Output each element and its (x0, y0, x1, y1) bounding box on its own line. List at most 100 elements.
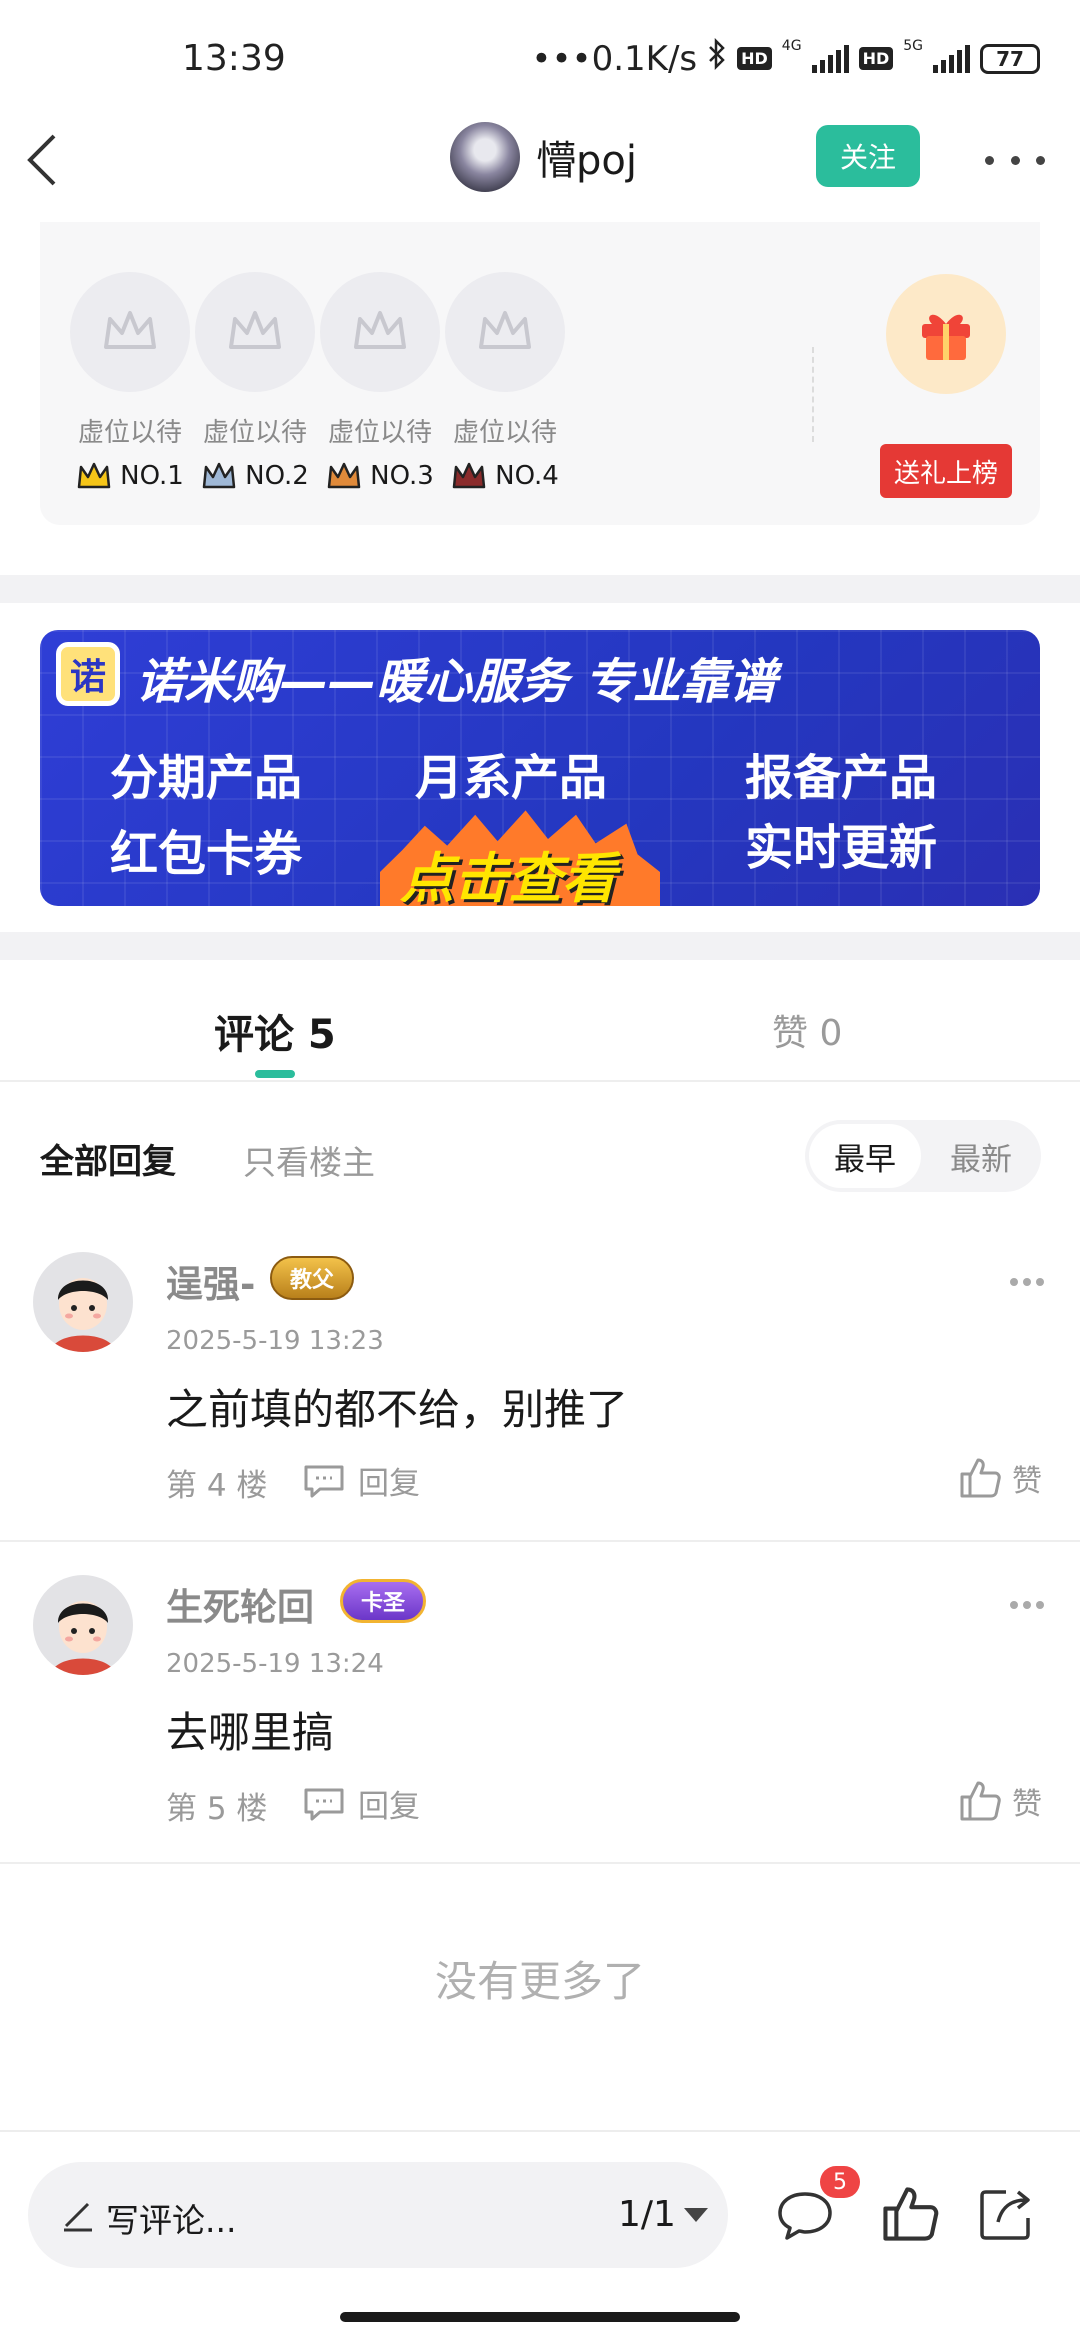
comment-username[interactable]: 逞强- (166, 1254, 255, 1308)
rank-number: NO.1 (65, 461, 195, 491)
send-gift-button[interactable]: 送礼上榜 (880, 444, 1012, 498)
pencil-icon (64, 2202, 92, 2232)
banner-headline: 诺米购——暖心服务 专业靠谱 (136, 654, 777, 710)
chevron-left-icon (27, 134, 56, 186)
crown-bronze-icon (327, 462, 361, 489)
thumbs-up-icon (883, 2187, 939, 2241)
network-speed: •••0.1K/s (531, 38, 698, 79)
rank-vacant-label: 虚位以待 (202, 418, 307, 448)
tab-indicator (255, 1070, 295, 1078)
tab-bar: 评论 5 赞 0 (0, 960, 1080, 1082)
thumbs-up-icon (960, 1458, 1001, 1498)
tab-comments[interactable]: 评论 5 (214, 1002, 336, 1060)
reply-icon (304, 1788, 344, 1820)
rank-number: NO.2 (190, 461, 320, 491)
crown-icon (445, 272, 565, 392)
user-badge: 卡圣 (340, 1579, 427, 1623)
banner-item: 实时更新 (745, 820, 938, 876)
crown-icon (320, 272, 440, 392)
comments-button[interactable] (775, 2188, 835, 2244)
avatar[interactable] (33, 1575, 133, 1675)
crown-gold-icon (77, 462, 111, 489)
back-button[interactable] (22, 130, 82, 200)
comment-more-button[interactable] (1010, 1601, 1044, 1611)
user-badge: 教父 (270, 1256, 355, 1300)
nav-username[interactable]: 懵poj (536, 128, 637, 186)
bluetooth-icon (707, 37, 727, 79)
comment-username[interactable]: 生死轮回 (166, 1577, 314, 1631)
reply-button[interactable]: 回复 (302, 1781, 420, 1826)
rank-vacant-label: 虚位以待 (327, 418, 432, 448)
rank-slot-2[interactable]: 虚位以待 NO.2 (190, 272, 320, 491)
comment-text: 去哪里搞 (166, 1708, 335, 1757)
rank-vacant-label: 虚位以待 (77, 418, 182, 448)
ad-banner[interactable]: 诺 诺米购——暖心服务 专业靠谱 分期产品 月系产品 报备产品 红包卡券 实时更… (40, 630, 1040, 906)
comment-divider (0, 1862, 1080, 1864)
net-type-2: 5G (903, 38, 923, 54)
follow-button[interactable]: 关注 (816, 125, 920, 187)
rank-slot-4[interactable]: 虚位以待 NO.4 (440, 272, 570, 491)
sort-earliest[interactable]: 最早 (809, 1124, 921, 1188)
comment-text: 之前填的都不给，别推了 (166, 1385, 629, 1434)
filter-op-only[interactable]: 只看楼主 (243, 1136, 375, 1184)
rank-number: NO.4 (440, 461, 570, 491)
hd-badge-2: HD (858, 47, 894, 70)
page-indicator[interactable]: 1/1 (618, 2194, 676, 2235)
status-time: 13:39 (182, 38, 286, 79)
banner-item: 报备产品 (745, 750, 938, 806)
share-button[interactable] (976, 2184, 1036, 2244)
hd-badge: HD (737, 47, 772, 70)
section-divider (0, 575, 1080, 603)
battery-icon: 77 (980, 43, 1040, 74)
crown-silver-icon (202, 462, 236, 489)
banner-cta[interactable]: 点击查看 (400, 834, 616, 906)
like-comment-button[interactable]: 赞 (958, 1779, 1042, 1823)
rank-vacant-label: 虚位以待 (452, 418, 557, 448)
reply-icon (304, 1465, 344, 1497)
home-indicator (340, 2312, 740, 2322)
filter-all-replies[interactable]: 全部回复 (40, 1134, 176, 1183)
like-comment-button[interactable]: 赞 (958, 1456, 1042, 1500)
bottom-action-bar: 写评论... 1/1 5 (0, 2130, 1080, 2340)
avatar[interactable] (450, 122, 520, 192)
banner-logo: 诺 (56, 642, 120, 706)
crown-icon (195, 272, 315, 392)
avatar[interactable] (33, 1252, 133, 1352)
rank-divider (812, 347, 814, 442)
status-indicators: •••0.1K/s HD 4G HD 5G 77 (531, 37, 1040, 79)
rank-slot-1[interactable]: 虚位以待 NO.1 (65, 272, 195, 491)
crown-dark-icon (452, 462, 486, 489)
nav-user[interactable]: 懵poj (450, 122, 637, 192)
crown-icon (70, 272, 190, 392)
signal-icon (811, 44, 849, 73)
sort-latest[interactable]: 最新 (925, 1124, 1037, 1188)
gift-icon[interactable] (886, 274, 1006, 394)
comment-time: 2025-5-19 13:23 (166, 1326, 384, 1356)
reply-button[interactable]: 回复 (302, 1458, 420, 1503)
comment-input[interactable]: 写评论... 1/1 (28, 2162, 728, 2268)
comment-bubble-icon (778, 2192, 832, 2240)
comment-more-button[interactable] (1010, 1278, 1044, 1288)
sort-toggle: 最早 最新 (805, 1120, 1041, 1192)
chevron-down-icon[interactable] (684, 2208, 708, 2222)
like-button[interactable] (880, 2184, 940, 2244)
no-more-text: 没有更多了 (434, 1957, 645, 2006)
gift-rank-card: 虚位以待 NO.1 虚位以待 NO.2 虚位以待 NO.3 虚位以待 NO.4 … (40, 222, 1040, 525)
rank-slot-3[interactable]: 虚位以待 NO.3 (315, 272, 445, 491)
tab-likes[interactable]: 赞 0 (772, 1004, 842, 1056)
share-icon (980, 2190, 1030, 2240)
banner-item: 分期产品 (110, 750, 303, 806)
net-type-1: 4G (781, 38, 802, 54)
comment-time: 2025-5-19 13:24 (166, 1649, 384, 1679)
top-nav-bar: 懵poj 关注 (0, 110, 1080, 220)
comment-divider (0, 1540, 1080, 1542)
rank-number: NO.3 (315, 461, 445, 491)
comments-count-badge: 5 (820, 2166, 860, 2198)
status-bar: 13:39 •••0.1K/s HD 4G HD 5G 77 (0, 0, 1080, 125)
thumbs-up-icon (960, 1781, 1001, 1821)
comment-placeholder: 写评论... (106, 2201, 237, 2240)
comment-floor: 第 5 楼 (166, 1791, 268, 1827)
comment-floor: 第 4 楼 (166, 1468, 268, 1504)
more-options-button[interactable] (985, 140, 1045, 180)
section-divider (0, 932, 1080, 960)
